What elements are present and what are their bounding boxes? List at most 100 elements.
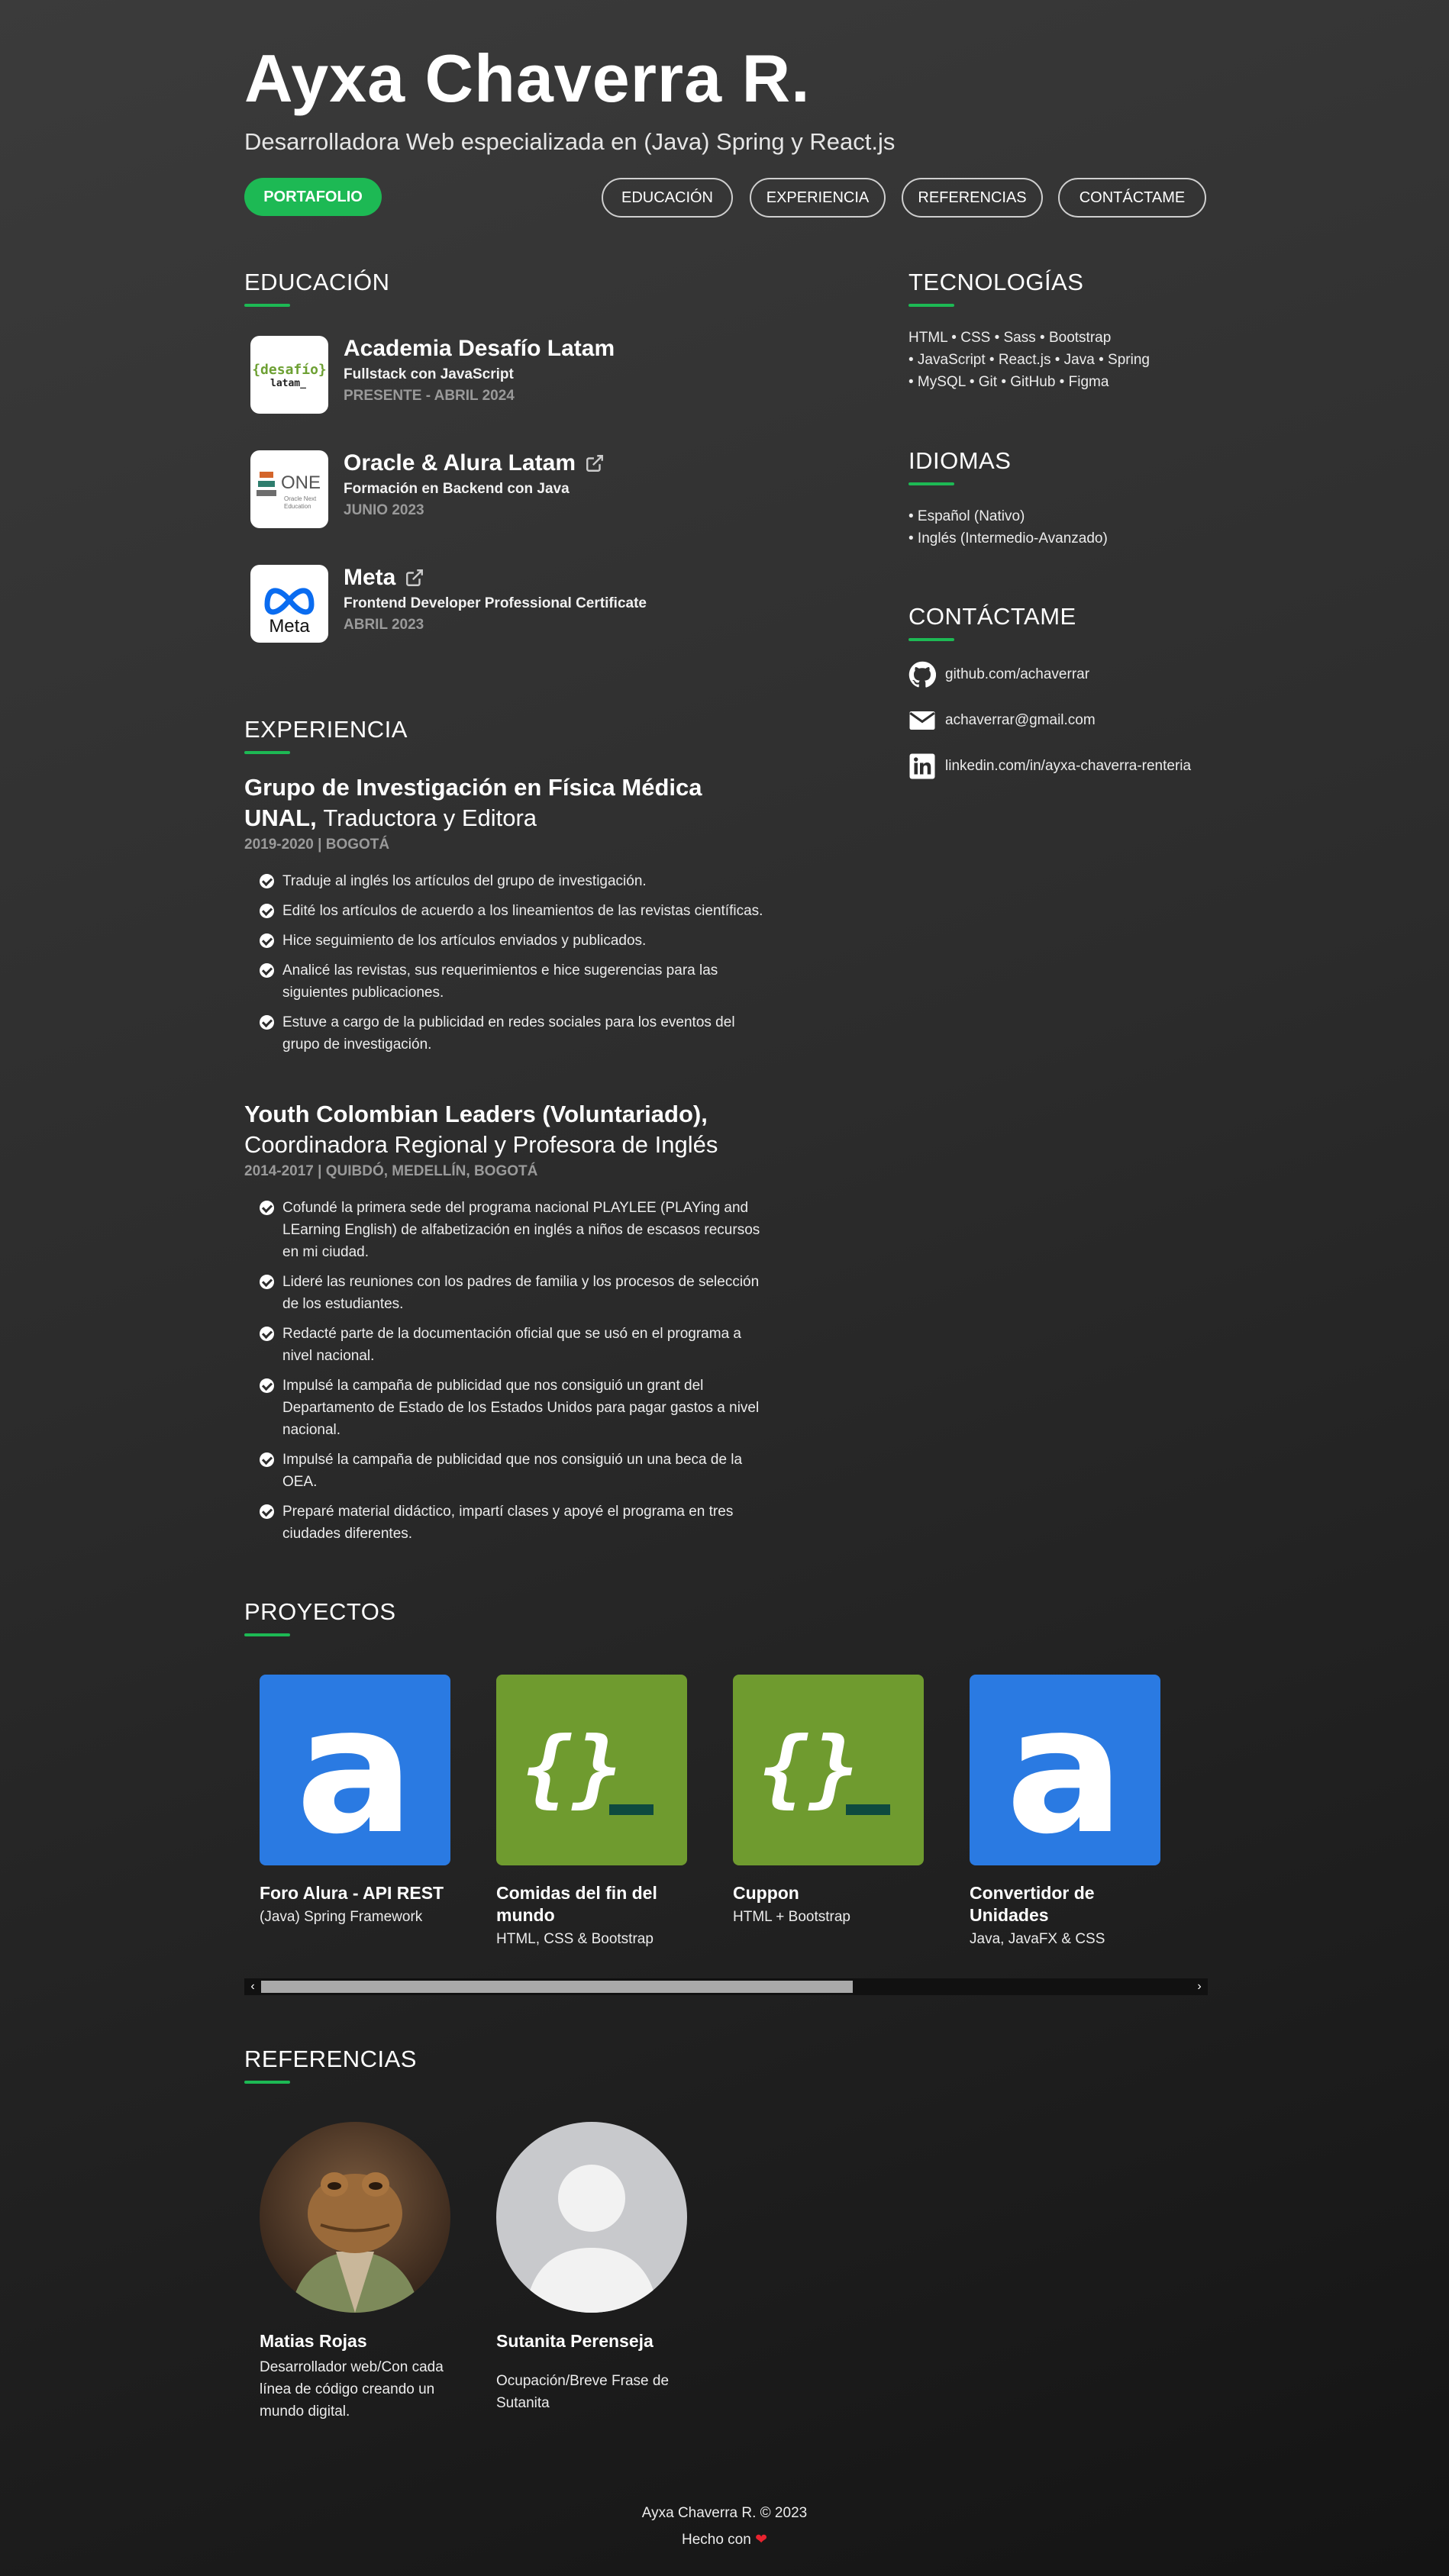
languages-underline (908, 482, 954, 485)
projects-underline (244, 1633, 290, 1636)
project-card[interactable]: a Convertidor de Unidades Java, JavaFX &… (970, 1675, 1160, 1949)
nav-education-button[interactable]: EDUCACIÓN (602, 178, 733, 218)
list-item: Traduje al inglés los artículos del grup… (260, 870, 763, 892)
technologies-underline (908, 304, 954, 307)
scroll-left-icon[interactable]: ‹ (244, 1978, 261, 1995)
default-avatar (496, 2122, 687, 2313)
reference-description: Ocupación/Breve Frase de Sutanita (496, 2373, 670, 2411)
reference-name: Sutanita Perenseja (496, 2331, 654, 2351)
svg-text:{}: {} (522, 1719, 623, 1817)
projects-scrollbar[interactable]: ‹ › (244, 1978, 1208, 1995)
page-title: Ayxa Chaverra R. (244, 40, 811, 116)
page-subtitle: Desarrolladora Web especializada en (Jav… (244, 128, 896, 155)
svg-text:{desafío}: {desafío} (252, 362, 327, 378)
svg-text:{}: {} (759, 1719, 860, 1817)
experience-org: Youth Colombian Leaders (Voluntariado), C… (244, 1101, 718, 1158)
svg-text:Meta: Meta (269, 616, 310, 637)
main-nav: PORTAFOLIO EDUCACIÓN EXPERIENCIA REFEREN… (244, 178, 1206, 218)
code-logo[interactable]: {} (733, 1675, 924, 1865)
experience-item: Grupo de Investigación en Física Médica … (244, 772, 763, 1063)
project-card[interactable]: a Foro Alura - API REST (Java) Spring Fr… (260, 1675, 450, 1927)
references-title: REFERENCIAS (244, 2046, 417, 2072)
check-circle-icon (260, 874, 274, 888)
experience-role: Coordinadora Regional y Profesora de Ing… (244, 1131, 718, 1158)
project-title: Foro Alura - API REST (260, 1883, 444, 1903)
check-circle-icon (260, 963, 274, 978)
linkedin-icon (909, 753, 935, 779)
check-circle-icon (260, 904, 274, 918)
education-item-title[interactable]: Meta (344, 565, 424, 591)
experience-date: 2019-2020 | BOGOTÁ (244, 837, 390, 853)
contact-underline (908, 638, 954, 641)
svg-text:a: a (1005, 1675, 1124, 1865)
nav-references-button[interactable]: REFERENCIAS (902, 178, 1043, 218)
oracle-one-logo: ONE Oracle Next Education (250, 450, 328, 528)
svg-text:a: a (295, 1675, 414, 1865)
check-circle-icon (260, 1275, 274, 1289)
education-item-date: PRESENTE - ABRIL 2024 (344, 388, 515, 404)
references-list: Matias Rojas Desarrollador web/Con cada … (260, 2122, 870, 2427)
svg-text:latam_: latam_ (270, 378, 306, 389)
languages-list: • Español (Nativo) • Inglés (Intermedio-… (908, 505, 1229, 550)
languages-title: IDIOMAS (908, 447, 1012, 474)
list-item: Cofundé la primera sede del programa nac… (260, 1197, 763, 1263)
reference-name: Matias Rojas (260, 2331, 367, 2351)
check-circle-icon (260, 1327, 274, 1341)
project-title: Convertidor de Unidades (970, 1883, 1095, 1925)
experience-item: Youth Colombian Leaders (Voluntariado), C… (244, 1099, 763, 1552)
check-circle-icon (260, 1452, 274, 1467)
portfolio-button[interactable]: PORTAFOLIO (244, 178, 382, 216)
alura-logo[interactable]: a (260, 1675, 450, 1865)
language-item: • Inglés (Intermedio-Avanzado) (908, 530, 1108, 546)
project-tech: (Java) Spring Framework (260, 1909, 423, 1925)
education-item: {desafío} latam_ Academia Desafío Latam … (250, 336, 785, 415)
svg-text:Education: Education (284, 503, 311, 510)
contact-github-link[interactable]: github.com/achaverrar (908, 661, 1089, 688)
scrollbar-thumb[interactable] (261, 1981, 853, 1993)
education-item-title[interactable]: Oracle & Alura Latam (344, 450, 605, 476)
education-item-subtitle: Fullstack con JavaScript (344, 366, 514, 382)
check-circle-icon (260, 1504, 274, 1519)
education-item-date: JUNIO 2023 (344, 502, 424, 518)
alura-logo[interactable]: a (970, 1675, 1160, 1865)
scroll-right-icon[interactable]: › (1191, 1978, 1208, 1995)
contact-email-text: achaverrar@gmail.com (945, 712, 1096, 728)
experience-underline (244, 751, 290, 754)
contact-email-link[interactable]: achaverrar@gmail.com (908, 707, 1096, 734)
code-logo[interactable]: {} (496, 1675, 687, 1865)
project-card[interactable]: {} Comidas del fin del mundo HTML, CSS &… (496, 1675, 687, 1949)
footer-made-with: Hecho con ❤ (0, 2531, 1449, 2549)
experience-title: EXPERIENCIA (244, 716, 408, 743)
nav-experience-button[interactable]: EXPERIENCIA (750, 178, 886, 218)
references-underline (244, 2081, 290, 2084)
technologies-title: TECNOLOGÍAS (908, 269, 1084, 295)
project-tech: Java, JavaFX & CSS (970, 1931, 1105, 1947)
external-link-icon[interactable] (585, 453, 605, 473)
education-item: ONE Oracle Next Education Oracle & Alura… (250, 450, 785, 530)
contact-github-text: github.com/achaverrar (945, 666, 1090, 682)
education-title: EDUCACIÓN (244, 269, 390, 295)
reference-card: Matias Rojas Desarrollador web/Con cada … (260, 2122, 458, 2423)
experience-bullets: Cofundé la primera sede del programa nac… (244, 1197, 763, 1545)
technologies-line: • JavaScript • React.js • Java • Spring (908, 352, 1150, 368)
external-link-icon[interactable] (405, 568, 424, 588)
experience-date: 2014-2017 | QUIBDÓ, MEDELLÍN, BOGOTÁ (244, 1163, 538, 1179)
education-item-date: ABRIL 2023 (344, 617, 424, 633)
meta-logo: Meta (250, 565, 328, 643)
svg-text:ONE: ONE (281, 472, 321, 493)
technologies-list: HTML • CSS • Sass • Bootstrap • JavaScri… (908, 327, 1229, 393)
education-item: Meta Meta Frontend Developer Professiona… (250, 565, 785, 644)
reference-description: Desarrollador web/Con cada línea de códi… (260, 2359, 444, 2420)
frog-avatar (260, 2122, 450, 2313)
project-card[interactable]: {} Cuppon HTML + Bootstrap (733, 1675, 924, 1927)
education-item-subtitle: Formación en Backend con Java (344, 481, 570, 497)
contact-linkedin-text: linkedin.com/in/ayxa-chaverra-renteria (945, 758, 1192, 774)
desafio-latam-logo: {desafío} latam_ (250, 336, 328, 414)
education-item-title: Academia Desafío Latam (344, 336, 615, 361)
project-tech: HTML + Bootstrap (733, 1909, 850, 1925)
list-item: Hice seguimiento de los artículos enviad… (260, 930, 763, 952)
nav-contact-button[interactable]: CONTÁCTAME (1058, 178, 1206, 218)
footer-made-with-text: Hecho con (681, 2532, 751, 2548)
contact-linkedin-link[interactable]: linkedin.com/in/ayxa-chaverra-renteria (908, 753, 1191, 780)
list-item: Impulsé la campaña de publicidad que nos… (260, 1375, 763, 1441)
